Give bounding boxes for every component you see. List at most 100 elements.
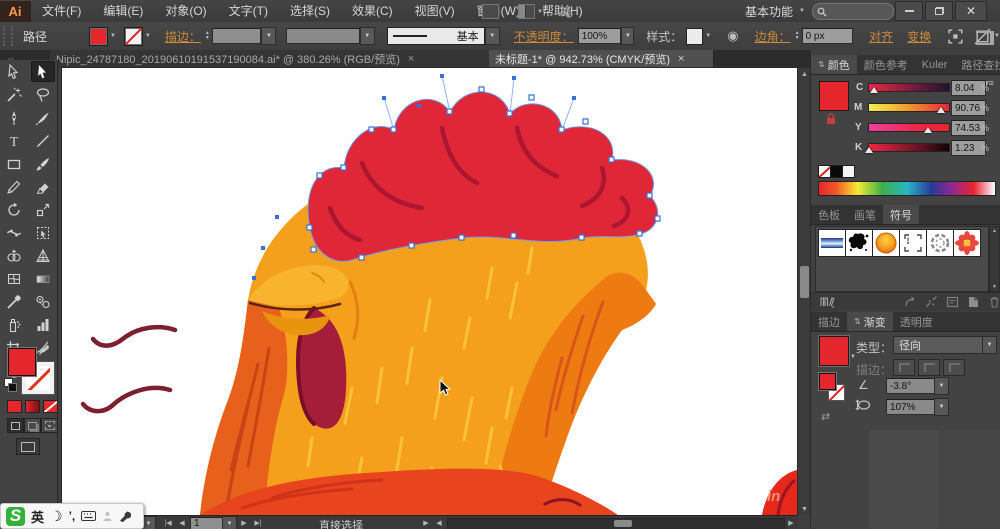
close-button[interactable]: ✕	[955, 1, 987, 21]
document-tab-active[interactable]: 未标题-1* @ 942.73% (CMYK/预览) ×	[489, 50, 714, 68]
ime-punctuation-toggle[interactable]: ’,	[69, 509, 76, 523]
align-link[interactable]: 对齐	[869, 28, 893, 45]
gradient-fill-swatch[interactable]	[819, 336, 849, 366]
rectangle-tool[interactable]	[2, 153, 26, 174]
reverse-gradient-icon[interactable]: ⇄	[821, 410, 830, 423]
horizontal-scrollbar[interactable]	[447, 518, 785, 529]
slider-thumb-c[interactable]	[870, 87, 878, 93]
menu-edit[interactable]: 编辑(E)	[92, 0, 154, 22]
menu-effect[interactable]: 效果(C)	[341, 0, 404, 22]
slider-c[interactable]	[868, 83, 950, 92]
draw-inside-mode-button[interactable]	[41, 418, 58, 433]
rotate-tool[interactable]	[2, 199, 26, 220]
first-artboard-icon[interactable]: |◀	[161, 516, 175, 529]
slider-thumb-k[interactable]	[865, 147, 873, 153]
stroke-weight-field[interactable]	[212, 28, 262, 44]
panel-grip[interactable]	[3, 26, 13, 46]
symbol-libraries-icon[interactable]	[819, 296, 835, 308]
magic-wand-tool[interactable]	[2, 84, 26, 105]
style-swatch[interactable]	[686, 28, 703, 45]
break-link-icon[interactable]	[925, 296, 938, 308]
eyedropper-tool[interactable]	[2, 291, 26, 312]
workspace-switcher[interactable]: 基本功能 ▼	[745, 0, 805, 22]
tab-transparency[interactable]: 透明度	[893, 312, 940, 331]
current-color-swatch[interactable]	[819, 81, 849, 111]
hscroll-left2-icon[interactable]: ◀	[433, 516, 445, 529]
search-input[interactable]	[812, 3, 894, 20]
color-mode-button[interactable]	[7, 400, 22, 413]
symbol-red-flower[interactable]	[953, 229, 981, 257]
draw-behind-mode-button[interactable]	[24, 418, 41, 433]
tab-symbols[interactable]: 符号	[883, 205, 919, 224]
tab-color-guide[interactable]: 颜色参考	[857, 55, 915, 74]
corner-field[interactable]: 0 px	[802, 28, 854, 44]
paintbrush-tool[interactable]	[31, 153, 55, 174]
column-graph-tool[interactable]	[31, 314, 55, 335]
slider-thumb-y[interactable]	[924, 127, 932, 133]
delete-symbol-icon[interactable]	[988, 296, 1000, 308]
transform-link[interactable]: 变换	[907, 28, 931, 45]
free-transform-tool[interactable]	[31, 222, 55, 243]
curvature-pen-tool[interactable]	[31, 107, 55, 128]
tab-close-icon[interactable]: ×	[408, 53, 414, 65]
next-artboard-icon[interactable]: ▶	[238, 516, 250, 529]
stroke-weight-label[interactable]: 描边：	[165, 28, 201, 45]
gradient-aspect-dropdown[interactable]	[934, 398, 949, 416]
collapse-control-bar-icon[interactable]	[976, 31, 994, 45]
recolor-artwork-icon[interactable]: ◉	[727, 28, 738, 44]
tab-pathfinder[interactable]: 路径查找器	[954, 55, 1000, 74]
hscroll-right-icon[interactable]: ▶	[785, 516, 797, 529]
corner-label[interactable]: 边角：	[755, 28, 791, 45]
scale-tool[interactable]	[31, 199, 55, 220]
menu-view[interactable]: 视图(V)	[404, 0, 466, 22]
opacity-label[interactable]: 不透明度：	[514, 28, 574, 45]
fill-color-control[interactable]: ▼	[89, 27, 116, 46]
tab-stroke-panel[interactable]: 描边	[811, 312, 847, 331]
variable-width-profile-dropdown[interactable]	[360, 27, 375, 45]
gradient-tool[interactable]	[31, 268, 55, 289]
perspective-grid-tool[interactable]	[31, 245, 55, 266]
brush-definition-field[interactable]: 基本	[387, 27, 485, 45]
symbol-corner-frame[interactable]	[899, 229, 927, 257]
stroke-gradient-within-icon[interactable]	[893, 359, 915, 376]
artboard-dropdown[interactable]	[222, 516, 237, 529]
isolate-selection-icon[interactable]	[947, 28, 964, 45]
menu-object[interactable]: 对象(O)	[154, 0, 217, 22]
menu-type[interactable]: 文字(T)	[218, 0, 279, 22]
fill-swatch[interactable]	[89, 27, 108, 46]
last-artboard-icon[interactable]: ▶|	[251, 516, 265, 529]
fill-stroke-indicator[interactable]	[6, 348, 52, 394]
arrange-documents-icon[interactable]: ▼	[518, 4, 543, 19]
prev-artboard-icon[interactable]: ◀	[176, 516, 188, 529]
document-layout-icon[interactable]	[482, 4, 499, 19]
ime-toolbar[interactable]: S 英 ☽ ’,	[0, 503, 144, 529]
gradient-mode-button[interactable]	[25, 400, 40, 413]
motion-whiskers[interactable]	[83, 327, 175, 411]
width-tool[interactable]	[2, 222, 26, 243]
gradient-type-dropdown[interactable]: 径向	[893, 336, 993, 354]
artwork-rooster[interactable]: in	[62, 68, 797, 515]
app-logo[interactable]: Ai	[0, 1, 31, 22]
line-segment-tool[interactable]	[31, 130, 55, 151]
ime-language-toggle[interactable]: 英	[31, 507, 44, 526]
t tail-feather[interactable]: in	[762, 470, 797, 515]
stroke-weight-stepper[interactable]	[205, 31, 210, 41]
gradient-angle-field[interactable]: -3.8°	[886, 378, 940, 394]
default-fill-stroke-icon[interactable]	[4, 378, 17, 392]
wrench-icon[interactable]	[119, 510, 131, 522]
screen-mode-button[interactable]	[16, 438, 40, 455]
symbol-ink-splat[interactable]	[845, 229, 873, 257]
pen-tool[interactable]	[2, 107, 26, 128]
menu-file[interactable]: 文件(F)	[31, 0, 92, 22]
eraser-tool[interactable]	[31, 176, 55, 197]
tab-kuler[interactable]: Kuler	[915, 55, 955, 74]
sogou-logo[interactable]: S	[6, 507, 25, 526]
swap-fill-stroke-icon[interactable]	[38, 346, 52, 358]
type-tool[interactable]: T	[2, 130, 26, 151]
tab-swatches[interactable]: 色板	[811, 205, 847, 224]
slider-y[interactable]	[868, 123, 950, 132]
mesh-tool[interactable]	[2, 268, 26, 289]
opacity-dropdown[interactable]	[621, 27, 634, 45]
horizontal-scroll-thumb[interactable]	[614, 520, 632, 527]
stroke-weight-dropdown[interactable]	[261, 27, 276, 45]
